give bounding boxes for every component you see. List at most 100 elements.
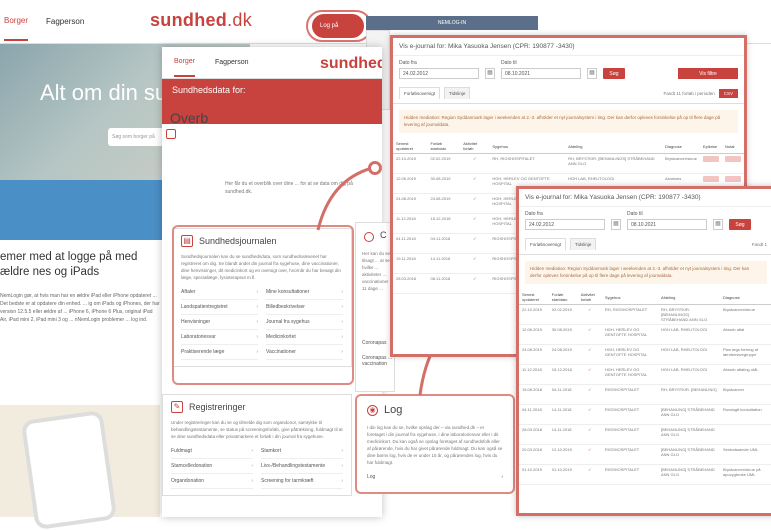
- j1-to-field: Dato til 08.10.2021: [501, 60, 581, 79]
- col-afdeling[interactable]: Afdeling: [565, 139, 662, 154]
- document-badge[interactable]: [702, 176, 719, 182]
- tab-forloebsoversigt[interactable]: Forløbsoversigt: [525, 238, 567, 250]
- j1-search-button[interactable]: Søg: [603, 68, 625, 79]
- calendar-icon[interactable]: ▦: [485, 68, 495, 79]
- table-cell: 08.11.2018: [427, 273, 461, 294]
- j2-notice: Hidden mediation: Region Syddanmark lage…: [525, 261, 767, 284]
- col-aktivitet[interactable]: Aktivitet forløb: [577, 290, 602, 305]
- table-cell: 24.08.2019: [519, 344, 549, 365]
- tab-forloebsoversigt[interactable]: Forløbsoversigt: [399, 87, 441, 99]
- table-cell: 24.08.2019: [427, 193, 461, 214]
- col-sygehus[interactable]: Sygehus: [489, 139, 566, 154]
- notat-cell[interactable]: [721, 153, 744, 174]
- table-cell: 22.10.2019: [519, 304, 549, 325]
- col-afdeling[interactable]: Afdeling: [657, 290, 720, 305]
- table-cell: [BEHANLING] STRÅBEHAND ANN GLO: [657, 424, 720, 445]
- table-row[interactable]: 11.12.201815.12.2018✓HGH, HERLEV OG GENT…: [519, 364, 771, 385]
- j1-from-input[interactable]: 24.02.2012: [399, 68, 479, 79]
- epikrise-cell[interactable]: [699, 153, 722, 174]
- j1-date-row: Dato fra 24.02.2012 ▦ Dato til 08.10.202…: [393, 56, 744, 83]
- j1-csv-button[interactable]: CSV: [718, 88, 738, 98]
- table-cell: RH, BRYSTKIR. [BEHANLINGS] STRÅBEHAND AN…: [657, 304, 720, 325]
- table-cell: Brystcancer/skrue på apocygbroke UML: [719, 464, 771, 485]
- table-row[interactable]: 22.10.2019 02.02.2019 ✓ RH, RIGSHOSPITALET R…: [393, 153, 744, 174]
- j2-date-row: Dato fra 24.02.2012 ▦ Dato til 08.10.202…: [519, 207, 771, 234]
- table-cell: HGH, HERLEV OG GENTOFTE HOSPITAL: [601, 344, 658, 365]
- table-row[interactable]: 24.08.201924.08.2019✓HGH, HERLEV OG GENT…: [519, 344, 771, 365]
- table-cell: ✓: [460, 233, 490, 254]
- col-senest[interactable]: Senest opdateret: [393, 139, 428, 154]
- table-cell: RH, BRYSTKIR. [BEHANLING]: [657, 384, 720, 405]
- j2-title: Vis e-journal for: Mika Yasuoka Jensen (…: [519, 189, 771, 207]
- table-cell: Absorb aftal: [719, 324, 771, 345]
- table-cell: HGH LAB, RHEUTOLOGI: [657, 364, 720, 385]
- table-cell: 04.11.2018: [393, 233, 428, 254]
- table-cell: ✓: [460, 153, 490, 174]
- table-cell: 15.12.2018: [427, 213, 461, 234]
- table-cell: 14.11.2018: [548, 424, 578, 445]
- col-aktivitet[interactable]: Aktivitet forløb: [460, 139, 490, 154]
- table-cell: RIGSHOSPITALET: [601, 404, 658, 425]
- col-senest[interactable]: Senest opdateret: [519, 290, 549, 305]
- j2-from-field: Dato fra 24.02.2012: [525, 211, 605, 230]
- table-cell: Brystcancer: [719, 384, 771, 405]
- document-badge[interactable]: [724, 156, 741, 162]
- col-diagnose[interactable]: Diagnose: [661, 139, 700, 154]
- j2-from-input[interactable]: 24.02.2012: [525, 219, 605, 230]
- document-badge[interactable]: [724, 176, 741, 182]
- j2-tabs: Forløbsoversigt Tidslinje Fandt 1: [519, 234, 771, 255]
- j1-to-input[interactable]: 08.10.2021: [501, 68, 581, 79]
- table-cell: ✓: [577, 304, 602, 325]
- table-cell: Sentralsaende UML: [719, 444, 771, 465]
- table-row[interactable]: 28.03.2018 14.11.2018 ✓ RIGSHOSPITALET [BEHA…: [519, 424, 771, 445]
- tab-tidslinje[interactable]: Tidslinje: [570, 238, 597, 250]
- table-cell: RIGSHOSPITALET: [601, 444, 658, 465]
- table-row[interactable]: 22.10.2019 02.02.2019 ✓ RH, RIGSHOSPITALET R…: [519, 304, 771, 325]
- table-cell: ✓: [460, 193, 490, 214]
- table-cell: 04.11.2018: [548, 384, 578, 405]
- col-notat[interactable]: Notat: [721, 139, 744, 154]
- table-cell: 14.11.2018: [548, 404, 578, 425]
- tab-tidslinje[interactable]: Tidslinje: [444, 87, 471, 99]
- table-cell: RIGSHOSPITALET: [601, 384, 658, 405]
- table-cell: 01.10.2019: [548, 464, 578, 485]
- table-row[interactable]: 20.03.2018 12.10.2019 ✓ RIGSHOSPITALET [BEHA…: [519, 444, 771, 465]
- table-cell: 11.12.2018: [519, 364, 549, 385]
- table-cell: 24.08.2019: [393, 193, 428, 214]
- table-cell: 02.02.2019: [548, 304, 578, 325]
- table-cell: 12.06.2019: [393, 173, 428, 194]
- table-cell: 02.02.2019: [427, 153, 461, 174]
- table-row[interactable]: 15.08.2018 04.11.2018 ✓ RIGSHOSPITALET RH, B…: [519, 384, 771, 405]
- col-diagnose[interactable]: Diagnose: [719, 290, 771, 305]
- table-cell: RH, BRYSTKIR. [BEHANLINGS] STRÅBEHAND AN…: [565, 153, 662, 174]
- j1-filter-button[interactable]: Vis filtre: [678, 68, 738, 79]
- calendar-icon[interactable]: ▦: [713, 219, 723, 230]
- table-cell: 04.11.2018: [427, 233, 461, 254]
- table-cell: 28.03.2018: [393, 273, 428, 294]
- document-badge[interactable]: [702, 156, 719, 162]
- calendar-icon[interactable]: ▦: [611, 219, 621, 230]
- col-startdato[interactable]: Forløb startdato: [548, 290, 578, 305]
- col-epikrise[interactable]: Epikrise: [699, 139, 722, 154]
- j2-to-input[interactable]: 08.10.2021: [627, 219, 707, 230]
- table-cell: 24.08.2019: [548, 344, 578, 365]
- table-row[interactable]: 01.10.2019 01.10.2019 ✓ RIGSHOSPITALET [BEHA…: [519, 464, 771, 485]
- table-row[interactable]: 12.06.2019 30.08.2019 ✓ HGH, HERLEV OG GENT…: [519, 324, 771, 345]
- table-cell: 12.06.2019: [519, 324, 549, 345]
- table-cell: ✓: [460, 173, 490, 194]
- connector-dot-1: [368, 161, 382, 175]
- j2-search-button[interactable]: Søg: [729, 219, 751, 230]
- table-cell: 15.08.2018: [519, 384, 549, 405]
- col-sygehus[interactable]: Sygehus: [601, 290, 658, 305]
- j1-from-field: Dato fra 24.02.2012: [399, 60, 479, 79]
- j1-to-label: Dato til: [501, 60, 517, 66]
- table-row[interactable]: 04.11.2018 14.11.2018 ✓ RIGSHOSPITALET [BEHA…: [519, 404, 771, 425]
- j1-tabs: Forløbsoversigt Tidslinje Fandt 11 forlø…: [393, 83, 744, 104]
- table-cell: ✓: [577, 444, 602, 465]
- table-cell: RH, RIGSHOSPITALET: [489, 153, 566, 174]
- table-cell: 19.11.2018: [393, 253, 428, 274]
- col-startdato[interactable]: Forløb startdato: [427, 139, 461, 154]
- table-cell: Plan ægs forbrug af lændemavegruppe: [719, 344, 771, 365]
- table-cell: Rundagtt konsultation: [719, 404, 771, 425]
- calendar-icon[interactable]: ▦: [587, 68, 597, 79]
